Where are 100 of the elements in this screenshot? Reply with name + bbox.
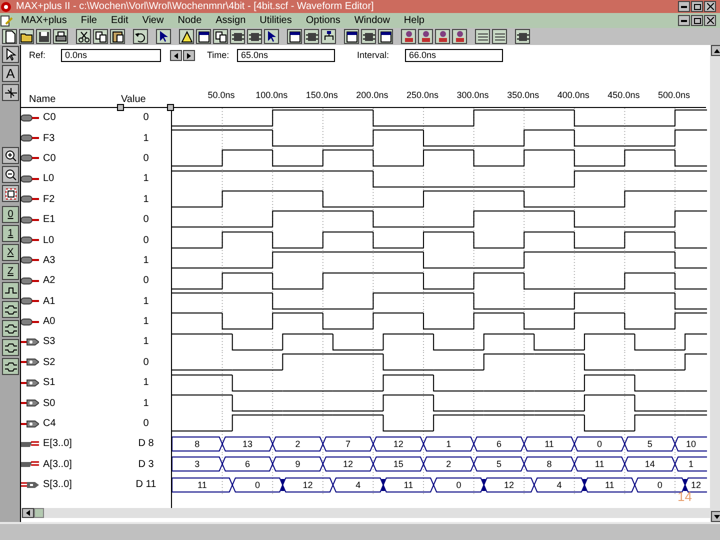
menu-item[interactable]: Window <box>347 13 397 28</box>
field-label: Ref: <box>29 49 47 62</box>
menu-item[interactable]: MAX+plus <box>14 13 74 28</box>
time-label: 50.0ns <box>208 88 235 102</box>
bus-value: 12 <box>302 480 313 490</box>
signal-name: L0 <box>43 234 54 248</box>
signal-name: A0 <box>43 315 56 330</box>
menu-item[interactable]: Utilities <box>252 13 299 28</box>
text-field[interactable]: 65.0ns <box>237 49 335 62</box>
bus-value: 8 <box>546 459 552 470</box>
bus-value: 9 <box>295 459 300 470</box>
time-label: 200.0ns <box>356 88 388 102</box>
text-field[interactable]: 0.0ns <box>61 49 161 62</box>
menu-item[interactable]: Node <box>170 13 209 28</box>
bus-value: 0 <box>456 480 462 490</box>
signal-name: C0 <box>43 152 56 166</box>
bus-value: 5 <box>496 459 502 470</box>
signal-value: 1 <box>143 316 149 328</box>
bus-value: 10 <box>686 438 696 449</box>
menu-item[interactable]: Assign <box>208 13 253 28</box>
text-field[interactable]: 66.0ns <box>405 49 503 62</box>
bus-value: 2 <box>295 438 300 449</box>
menu-item[interactable]: View <box>135 13 171 28</box>
menu-item[interactable]: Options <box>298 13 348 28</box>
bus-value: 11 <box>544 438 554 449</box>
signal-value: 0 <box>143 112 149 124</box>
signal-value: 0 <box>143 152 149 164</box>
time-label: 450.0ns <box>608 88 640 102</box>
bus-value: 5 <box>647 438 652 449</box>
column-header: Value <box>121 94 146 104</box>
time-label: 150.0ns <box>306 88 338 102</box>
time-label: 100.0ns <box>256 88 288 102</box>
bus-value: 3 <box>194 459 200 470</box>
signal-name: C4 <box>43 417 56 432</box>
bus-value: 6 <box>496 438 502 449</box>
bus-value: 0 <box>597 438 602 449</box>
level-button[interactable]: X <box>2 244 19 261</box>
signal-name: F3 <box>43 132 55 146</box>
signal-name: E1 <box>43 213 56 228</box>
page-number: 14 <box>678 488 692 506</box>
bus-value: 11 <box>404 480 414 490</box>
signal-value: 1 <box>143 377 149 388</box>
signal-name: A2 <box>43 274 56 288</box>
column-header: Name <box>29 94 56 104</box>
signal-value: 1 <box>143 132 149 144</box>
bus-value: 14 <box>644 459 655 470</box>
menu-item[interactable]: File <box>74 13 104 28</box>
signal-name: S3 <box>43 335 56 350</box>
field-label: Interval: <box>357 49 390 62</box>
time-label: 250.0ns <box>406 88 439 102</box>
level-button[interactable]: Z <box>2 263 19 280</box>
signal-name: A[3..0] <box>43 458 72 472</box>
signal-name: A1 <box>43 294 56 309</box>
bus-value: 4 <box>556 480 562 490</box>
level-button[interactable]: 1 <box>2 225 19 242</box>
signal-value: 0 <box>143 214 149 226</box>
signal-name: F2 <box>43 192 55 207</box>
bus-value: 1 <box>688 459 694 470</box>
bus-value: 15 <box>393 459 404 470</box>
signal-name: S1 <box>43 376 56 390</box>
bus-value: 8 <box>194 438 200 449</box>
bus-value: 1 <box>446 438 452 449</box>
bus-value: 12 <box>691 480 702 490</box>
signal-value: 1 <box>143 173 149 184</box>
bus-value: 12 <box>393 438 404 449</box>
signal-value: D 8 <box>138 438 154 450</box>
level-button[interactable]: 0 <box>2 206 19 223</box>
bus-value: 0 <box>657 480 662 490</box>
bus-value: 7 <box>346 438 351 449</box>
time-label: 400.0ns <box>557 88 590 102</box>
signal-name: S0 <box>43 396 56 411</box>
signal-name: S2 <box>43 356 56 370</box>
field-label: Time: <box>207 49 230 62</box>
bus-value: 12 <box>343 459 354 470</box>
signal-value: D 11 <box>136 479 156 490</box>
time-label: 500.0ns <box>658 88 690 102</box>
signal-value: D 3 <box>138 458 154 470</box>
signal-name: E[3..0] <box>43 437 72 452</box>
signal-name: C0 <box>43 111 56 126</box>
signal-value: 1 <box>143 398 149 409</box>
signal-value: 1 <box>143 194 149 205</box>
signal-value: 1 <box>143 296 149 307</box>
time-label: 300.0ns <box>456 88 489 102</box>
window-title: MAX+plus II - c:\Wochen\Vorl\Wrol\Wochenmnr\4bit - [4bit.scf - Waveform Editor] <box>16 0 374 13</box>
bus-value: 11 <box>594 459 604 470</box>
bus-value: 6 <box>244 459 250 470</box>
menu-item[interactable]: Edit <box>104 13 136 28</box>
signal-value: 1 <box>143 336 149 348</box>
bus-value: 4 <box>356 480 361 490</box>
signal-value: 0 <box>143 275 149 286</box>
bus-value: 11 <box>604 480 614 490</box>
signal-value: 0 <box>143 234 149 246</box>
signal-value: 1 <box>143 254 149 266</box>
time-label: 350.0ns <box>507 88 540 102</box>
bus-value: 2 <box>446 459 452 470</box>
signal-value: 0 <box>143 418 149 430</box>
signal-value: 0 <box>143 356 149 368</box>
menu-item[interactable]: Help <box>396 13 432 28</box>
text-tool-button[interactable]: A <box>2 65 19 82</box>
bus-value: 11 <box>198 480 207 490</box>
